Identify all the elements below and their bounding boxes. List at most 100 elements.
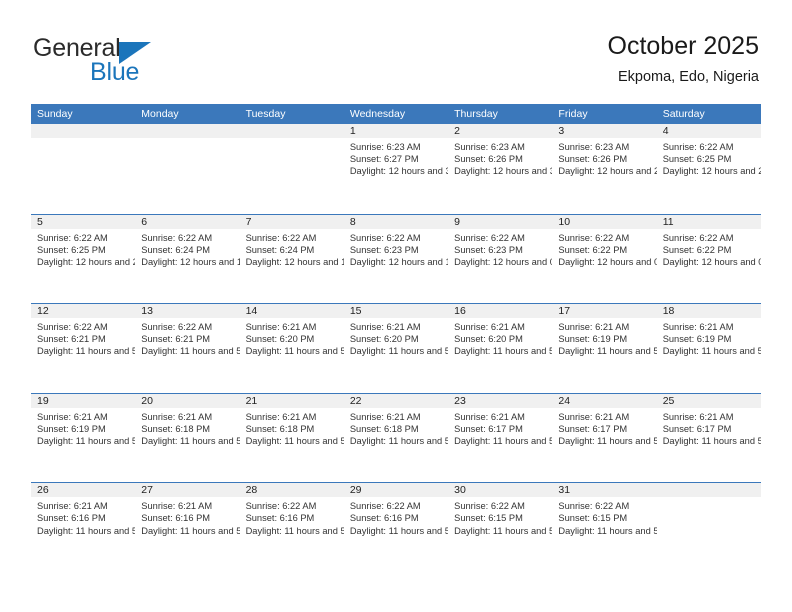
day-number: 19 — [31, 393, 136, 408]
page-header: General Blue October 2025 Ekpoma, Edo, N… — [0, 0, 792, 104]
calendar-day-cell[interactable]: 25 Sunrise: 6:21 AM Sunset: 6:17 PM Dayligh… — [656, 393, 761, 483]
day-details: Sunrise: 6:23 AM Sunset: 6:27 PM Daylight:… — [344, 138, 448, 177]
calendar-day-cell[interactable]: 14 Sunrise: 6:21 AM Sunset: 6:20 PM Dayligh… — [239, 304, 344, 393]
calendar-day-cell[interactable]: 9 Sunrise: 6:22 AM Sunset: 6:23 PM Daylight… — [448, 214, 553, 304]
sunrise-text: Sunrise: 6:21 AM — [349, 411, 421, 422]
calendar-day-cell[interactable]: 26 Sunrise: 6:21 AM Sunset: 6:16 PM Dayligh… — [31, 483, 136, 572]
day-number: 16 — [448, 304, 553, 319]
calendar-day-cell[interactable]: 28 Sunrise: 6:22 AM Sunset: 6:16 PM Dayligh… — [239, 483, 344, 572]
calendar-day-cell[interactable]: 1 Sunrise: 6:23 AM Sunset: 6:27 PM Daylight… — [343, 124, 449, 214]
calendar-day-cell[interactable]: 2 Sunrise: 6:23 AM Sunset: 6:26 PM Daylight… — [448, 124, 553, 214]
sunset-text: Sunset: 6:16 PM — [245, 513, 315, 524]
calendar-week-row: 12 Sunrise: 6:22 AM Sunset: 6:21 PM Dayligh… — [31, 303, 761, 393]
weekday-header-monday: Monday — [141, 108, 179, 120]
calendar-page: General Blue October 2025 Ekpoma, Edo, N… — [0, 0, 792, 612]
daylight-text: Daylight: 11 hours and 57 minutes. — [37, 435, 136, 446]
page-subtitle: Ekpoma, Edo, Nigeria — [617, 69, 759, 85]
calendar-day-cell[interactable]: 11 Sunrise: 6:22 AM Sunset: 6:22 PM Dayligh… — [656, 214, 761, 304]
daylight-text: Daylight: 11 hours and 54 minutes. — [245, 525, 344, 536]
daylight-text: Daylight: 11 hours and 59 minutes. — [245, 346, 344, 357]
calendar-day-cell-empty — [239, 124, 344, 214]
day-details: Sunrise: 6:22 AM Sunset: 6:15 PM Daylight:… — [448, 497, 552, 536]
calendar-day-cell[interactable]: 27 Sunrise: 6:21 AM Sunset: 6:16 PM Dayligh… — [135, 483, 240, 572]
daylight-text: Daylight: 11 hours and 56 minutes. — [245, 435, 344, 446]
day-number: 18 — [656, 304, 761, 319]
sunset-text: Sunset: 6:20 PM — [349, 334, 419, 345]
daylight-text: Daylight: 12 hours and 2 minutes. — [37, 256, 136, 267]
calendar-day-cell-empty — [656, 483, 761, 572]
calendar-day-cell[interactable]: 5 Sunrise: 6:22 AM Sunset: 6:25 PM Daylight… — [31, 214, 136, 304]
daylight-text: Daylight: 11 hours and 59 minutes. — [37, 346, 136, 357]
calendar-day-cell[interactable]: 8 Sunrise: 6:22 AM Sunset: 6:23 PM Daylight… — [343, 214, 449, 304]
day-number: 28 — [239, 483, 344, 498]
calendar-day-cell[interactable]: 3 Sunrise: 6:23 AM Sunset: 6:26 PM Daylight… — [552, 124, 657, 214]
calendar-day-cell[interactable]: 18 Sunrise: 6:21 AM Sunset: 6:19 PM Dayligh… — [656, 304, 761, 393]
day-number: 30 — [448, 483, 553, 498]
day-number: 17 — [552, 304, 657, 319]
day-details: Sunrise: 6:22 AM Sunset: 6:23 PM Daylight:… — [344, 229, 448, 268]
calendar-day-cell[interactable]: 21 Sunrise: 6:21 AM Sunset: 6:18 PM Dayligh… — [239, 393, 344, 483]
sunset-text: Sunset: 6:17 PM — [558, 423, 628, 434]
sunrise-text: Sunrise: 6:21 AM — [662, 411, 734, 422]
day-number: 20 — [135, 393, 240, 408]
calendar-day-cell[interactable]: 29 Sunrise: 6:22 AM Sunset: 6:16 PM Dayligh… — [343, 483, 449, 572]
day-number: 22 — [343, 393, 449, 408]
sunset-text: Sunset: 6:18 PM — [245, 423, 315, 434]
day-number: 7 — [239, 214, 344, 229]
weekday-header-saturday: Saturday — [662, 108, 705, 120]
calendar-day-cell[interactable]: 7 Sunrise: 6:22 AM Sunset: 6:24 PM Daylight… — [239, 214, 344, 304]
day-details: Sunrise: 6:21 AM Sunset: 6:16 PM Daylight:… — [135, 497, 239, 536]
sunset-text: Sunset: 6:24 PM — [141, 244, 211, 255]
calendar-day-cell[interactable]: 19 Sunrise: 6:21 AM Sunset: 6:19 PM Dayligh… — [31, 393, 136, 483]
weekday-header-tuesday: Tuesday — [245, 108, 286, 120]
calendar-day-cell[interactable]: 22 Sunrise: 6:21 AM Sunset: 6:18 PM Dayligh… — [343, 393, 449, 483]
sunrise-text: Sunrise: 6:23 AM — [454, 142, 525, 152]
sunrise-text: Sunrise: 6:22 AM — [37, 322, 108, 333]
sunset-text: Sunset: 6:23 PM — [454, 244, 523, 255]
calendar-day-cell[interactable]: 15 Sunrise: 6:21 AM Sunset: 6:20 PM Dayligh… — [343, 304, 449, 393]
sunrise-text: Sunrise: 6:22 AM — [349, 232, 421, 243]
day-number: 10 — [552, 214, 657, 229]
sunrise-text: Sunrise: 6:21 AM — [37, 501, 108, 512]
day-details: Sunrise: 6:22 AM Sunset: 6:16 PM Daylight:… — [240, 497, 344, 536]
sunset-text: Sunset: 6:18 PM — [141, 423, 211, 434]
sunset-text: Sunset: 6:19 PM — [37, 423, 106, 434]
sunset-text: Sunset: 6:18 PM — [349, 423, 419, 434]
calendar-day-cell[interactable]: 10 Sunrise: 6:22 AM Sunset: 6:22 PM Dayligh… — [552, 214, 657, 304]
calendar-week-row: 1 Sunrise: 6:23 AM Sunset: 6:27 PM Daylight… — [31, 124, 761, 214]
sunrise-text: Sunrise: 6:22 AM — [141, 232, 213, 243]
weekday-header-thursday: Thursday — [454, 108, 498, 120]
sunset-text: Sunset: 6:15 PM — [558, 513, 628, 524]
sunset-text: Sunset: 6:25 PM — [37, 244, 106, 255]
day-number: 6 — [135, 214, 240, 229]
day-details: Sunrise: 6:22 AM Sunset: 6:25 PM Daylight:… — [657, 138, 761, 177]
calendar-day-cell[interactable]: 23 Sunrise: 6:21 AM Sunset: 6:17 PM Dayligh… — [448, 393, 553, 483]
calendar-day-cell[interactable]: 17 Sunrise: 6:21 AM Sunset: 6:19 PM Dayligh… — [552, 304, 657, 393]
calendar-day-cell-empty — [135, 124, 240, 214]
daylight-text: Daylight: 11 hours and 56 minutes. — [141, 435, 240, 446]
day-details: Sunrise: 6:22 AM Sunset: 6:24 PM Daylight:… — [135, 229, 239, 268]
sunset-text: Sunset: 6:24 PM — [245, 244, 315, 255]
calendar-day-cell[interactable]: 13 Sunrise: 6:22 AM Sunset: 6:21 PM Dayligh… — [135, 304, 240, 393]
calendar-day-cell[interactable]: 4 Sunrise: 6:22 AM Sunset: 6:25 PM Daylight… — [656, 124, 761, 214]
calendar-day-cell[interactable]: 30 Sunrise: 6:22 AM Sunset: 6:15 PM Dayligh… — [448, 483, 553, 572]
daylight-text: Daylight: 11 hours and 53 minutes. — [454, 525, 553, 536]
day-number: 8 — [343, 214, 449, 229]
calendar-day-cell[interactable]: 20 Sunrise: 6:21 AM Sunset: 6:18 PM Dayligh… — [135, 393, 240, 483]
day-number: 26 — [31, 483, 136, 498]
day-number: 15 — [343, 304, 449, 319]
daylight-text: Daylight: 11 hours and 57 minutes. — [558, 346, 657, 357]
calendar-day-cell[interactable]: 16 Sunrise: 6:21 AM Sunset: 6:20 PM Dayligh… — [448, 304, 553, 393]
calendar-day-cell[interactable]: 12 Sunrise: 6:22 AM Sunset: 6:21 PM Dayligh… — [31, 304, 136, 393]
day-details: Sunrise: 6:22 AM Sunset: 6:22 PM Daylight:… — [552, 229, 656, 268]
daylight-text: Daylight: 12 hours and 2 minutes. — [558, 166, 657, 177]
sunset-text: Sunset: 6:16 PM — [349, 513, 419, 524]
calendar-day-cell[interactable]: 6 Sunrise: 6:22 AM Sunset: 6:24 PM Daylight… — [135, 214, 240, 304]
day-number: 3 — [552, 124, 657, 138]
sunset-text: Sunset: 6:22 PM — [662, 244, 732, 255]
calendar-day-cell[interactable]: 31 Sunrise: 6:22 AM Sunset: 6:15 PM Dayligh… — [552, 483, 657, 572]
sunrise-text: Sunrise: 6:22 AM — [454, 501, 525, 512]
calendar-day-cell[interactable]: 24 Sunrise: 6:21 AM Sunset: 6:17 PM Dayligh… — [552, 393, 657, 483]
sunrise-text: Sunrise: 6:22 AM — [558, 232, 630, 243]
day-details: Sunrise: 6:21 AM Sunset: 6:19 PM Daylight:… — [552, 318, 656, 357]
